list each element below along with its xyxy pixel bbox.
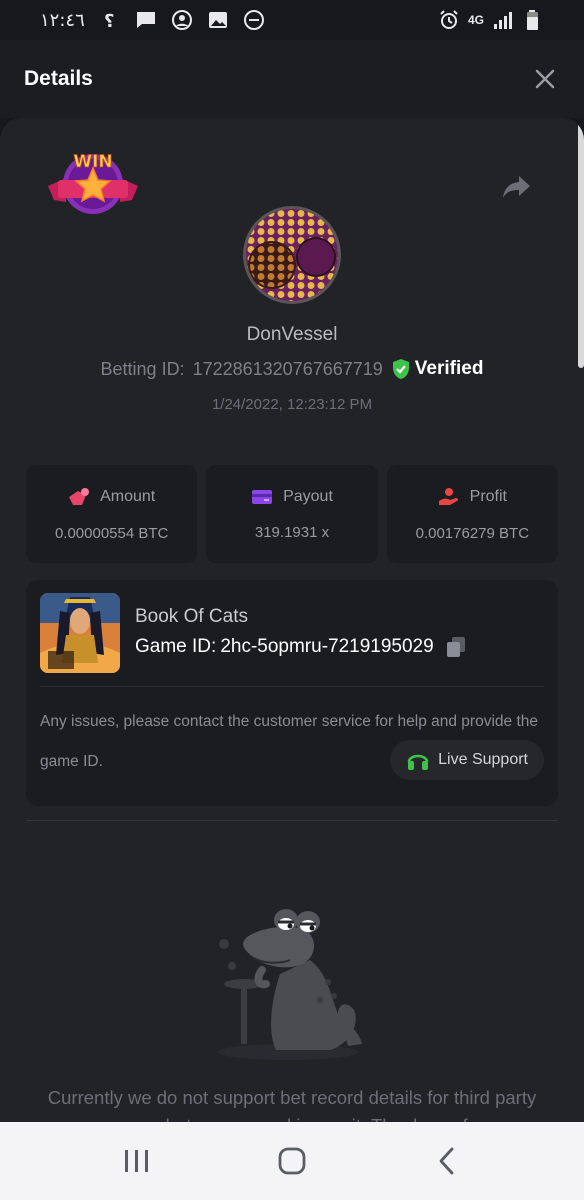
game-id-value[interactable]: 2hc-5opmru-7219195029	[220, 636, 433, 658]
system-nav-bar	[0, 1122, 584, 1200]
username: DonVessel	[246, 324, 338, 345]
game-card: Book Of Cats Game ID: 2hc-5opmru-7219195…	[26, 580, 558, 806]
recent-apps-icon	[125, 1150, 149, 1172]
status-right: 4G	[438, 9, 544, 31]
battery-icon	[522, 9, 544, 31]
game-title: Book Of Cats	[135, 606, 248, 627]
headset-icon	[407, 754, 429, 770]
bet-timestamp: 1/24/2022, 12:23:12 PM	[211, 396, 373, 413]
stat-head: Profit	[438, 487, 507, 507]
betting-id-label: Betting ID:	[100, 358, 185, 379]
details-header: Details	[0, 40, 584, 118]
share-icon	[503, 176, 530, 198]
divider	[26, 820, 558, 821]
alarm-icon	[438, 9, 460, 31]
game-thumbnail[interactable]	[40, 593, 120, 673]
svg-text:؟: ؟	[104, 11, 114, 31]
betting-id-value[interactable]: 1722861320767667719	[193, 359, 383, 380]
share-button[interactable]	[502, 174, 532, 200]
verified-badge: Verified	[391, 358, 484, 380]
win-badge-icon: WIN	[46, 150, 140, 222]
verified-label: Verified	[414, 358, 484, 379]
profit-hand-icon	[438, 487, 458, 505]
message-icon	[135, 9, 157, 31]
stat-value: 0.00176279 BTC	[415, 524, 530, 542]
close-icon	[535, 69, 555, 89]
amount-icon	[69, 487, 90, 505]
stat-payout: Payout 319.1931 x	[206, 465, 378, 563]
close-button[interactable]	[530, 64, 560, 94]
stat-value: 319.1931 x	[254, 523, 330, 541]
stat-value: 0.00000554 BTC	[54, 524, 169, 542]
copy-icon[interactable]	[446, 636, 466, 658]
details-sheet[interactable]: WIN DonVessel Betting ID: 17228613207676…	[0, 118, 584, 1128]
stat-label: Amount	[100, 487, 156, 505]
status-bar: ١٢:٤٦ ؟ 4G	[0, 0, 584, 40]
recent-apps-button[interactable]	[117, 1141, 157, 1181]
status-left: ١٢:٤٦ ؟	[40, 9, 265, 32]
home-icon	[278, 1147, 306, 1175]
stat-label: Profit	[469, 487, 507, 505]
shield-check-icon	[392, 359, 409, 379]
payout-card-icon	[252, 489, 273, 504]
stat-head: Amount	[68, 487, 155, 507]
stat-label: Payout	[283, 487, 333, 505]
avatar	[243, 206, 341, 304]
question-icon: ؟	[99, 9, 121, 32]
stat-amount: Amount 0.00000554 BTC	[26, 465, 198, 563]
signal-icon	[492, 9, 514, 31]
live-support-label: Live Support	[438, 751, 528, 768]
dnd-icon	[243, 9, 265, 31]
stat-profit: Profit 0.00176279 BTC	[386, 465, 558, 563]
back-icon	[439, 1147, 454, 1175]
game-id-label: Game ID:	[135, 636, 217, 657]
betting-id-row: Betting ID: 1722861320767667719 Verified	[0, 358, 584, 380]
live-support-button[interactable]: Live Support	[390, 740, 544, 780]
image-icon	[207, 9, 229, 31]
network-type: 4G	[467, 13, 484, 27]
crocodile-mascot-icon	[210, 904, 370, 1064]
page-title: Details	[24, 67, 93, 90]
bet-stats: Amount 0.00000554 BTC Payout 319.1931 x …	[26, 465, 558, 563]
divider	[40, 686, 544, 687]
account-icon	[171, 9, 193, 31]
game-id-row: Game ID: 2hc-5opmru-7219195029	[135, 636, 466, 658]
home-button[interactable]	[272, 1141, 312, 1181]
status-time: ١٢:٤٦	[40, 9, 85, 31]
svg-text:WIN: WIN	[73, 152, 112, 172]
stat-head: Payout	[251, 488, 333, 506]
back-button[interactable]	[427, 1141, 467, 1181]
